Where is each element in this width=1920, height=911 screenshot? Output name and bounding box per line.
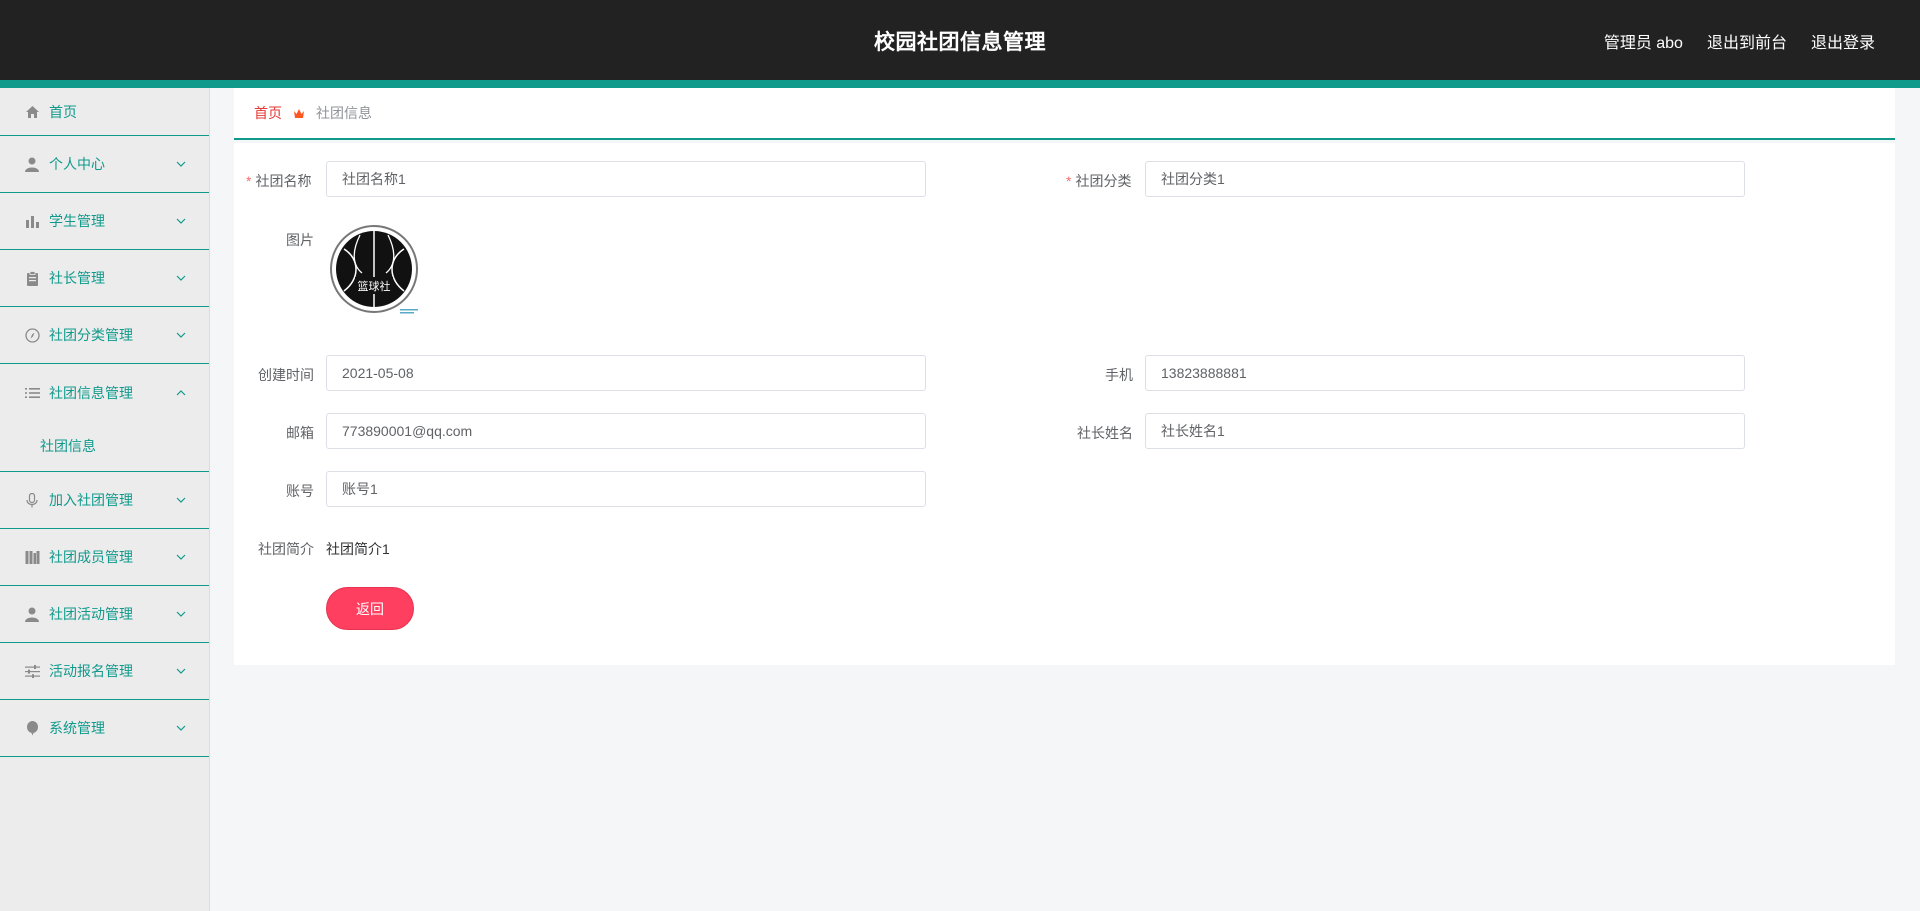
crown-separator-icon bbox=[293, 108, 305, 119]
sidebar-item-profile[interactable]: 个人中心 bbox=[0, 136, 209, 193]
breadcrumb-home[interactable]: 首页 bbox=[254, 103, 282, 123]
sidebar-item-label: 社长管理 bbox=[49, 270, 105, 286]
image-label: 图片 bbox=[286, 232, 314, 248]
back-button[interactable]: 返回 bbox=[326, 587, 414, 630]
club-name-label: * 社团名称 bbox=[246, 173, 312, 189]
breadcrumb-current: 社团信息 bbox=[316, 105, 372, 121]
club-category-label: * 社团分类 bbox=[1066, 173, 1132, 189]
phone-input[interactable] bbox=[1145, 355, 1745, 391]
list-icon bbox=[24, 385, 40, 401]
balloon-icon bbox=[24, 720, 40, 736]
club-logo-text: 篮球社 bbox=[358, 279, 391, 293]
microphone-icon bbox=[24, 492, 40, 508]
sidebar-item-club-category[interactable]: 社团分类管理 bbox=[0, 307, 209, 364]
intro-text: 社团简介1 bbox=[326, 541, 390, 557]
sidebar-item-label: 社团信息管理 bbox=[49, 384, 133, 401]
clipboard-icon bbox=[24, 270, 40, 286]
chevron-down-icon bbox=[176, 554, 186, 560]
breadcrumb: 首页 社团信息 bbox=[234, 88, 1895, 140]
sidebar-group-club-info: 社团信息管理 社团信息 bbox=[0, 364, 209, 472]
sidebar-item-label: 首页 bbox=[49, 103, 77, 120]
sidebar-item-home[interactable]: 首页 bbox=[0, 88, 209, 136]
compass-icon bbox=[24, 327, 40, 343]
sidebar-item-leaders[interactable]: 社长管理 bbox=[0, 250, 209, 307]
created-label: 创建时间 bbox=[258, 367, 314, 383]
sliders-icon bbox=[24, 663, 40, 679]
sidebar-item-label: 社团分类管理 bbox=[49, 327, 133, 343]
logout-link[interactable]: 退出登录 bbox=[1811, 29, 1875, 53]
books-icon bbox=[24, 549, 40, 565]
chevron-up-icon bbox=[176, 389, 186, 395]
admin-label: 管理员 abo bbox=[1603, 35, 1683, 52]
chevron-down-icon bbox=[176, 218, 186, 224]
sidebar-item-activities[interactable]: 社团活动管理 bbox=[0, 586, 209, 643]
chevron-down-icon bbox=[176, 725, 186, 731]
sidebar-subitem-club-info[interactable]: 社团信息 bbox=[0, 421, 209, 471]
header-actions: 管理员 abo 退出到前台 退出登录 bbox=[1604, 29, 1875, 53]
bar-chart-icon bbox=[24, 213, 40, 229]
user-icon bbox=[24, 156, 40, 172]
club-name-input[interactable] bbox=[326, 161, 926, 197]
email-label: 邮箱 bbox=[286, 425, 314, 441]
sidebar-item-system[interactable]: 系统管理 bbox=[0, 700, 209, 757]
club-image: 篮球社 bbox=[330, 225, 422, 317]
sidebar-item-label: 社团成员管理 bbox=[49, 549, 133, 565]
home-icon bbox=[24, 104, 40, 120]
sidebar-item-students[interactable]: 学生管理 bbox=[0, 193, 209, 250]
account-label: 账号 bbox=[286, 483, 314, 499]
leader-name-label: 社长姓名 bbox=[1077, 425, 1133, 441]
sidebar-item-club-info[interactable]: 社团信息管理 bbox=[0, 364, 209, 421]
chevron-down-icon bbox=[176, 275, 186, 281]
sidebar-item-label: 活动报名管理 bbox=[49, 663, 133, 679]
sidebar-item-signup[interactable]: 活动报名管理 bbox=[0, 643, 209, 700]
sidebar-item-members[interactable]: 社团成员管理 bbox=[0, 529, 209, 586]
sidebar-item-label: 个人中心 bbox=[49, 156, 105, 172]
phone-label: 手机 bbox=[1105, 367, 1133, 383]
email-input[interactable] bbox=[326, 413, 926, 449]
club-category-input[interactable] bbox=[1145, 161, 1745, 197]
account-input[interactable] bbox=[326, 471, 926, 507]
chevron-down-icon bbox=[176, 161, 186, 167]
sidebar-item-join-club[interactable]: 加入社团管理 bbox=[0, 472, 209, 529]
chevron-down-icon bbox=[176, 611, 186, 617]
person-icon bbox=[24, 606, 40, 622]
exit-to-front-link[interactable]: 退出到前台 bbox=[1707, 29, 1787, 53]
sidebar-item-label: 社团活动管理 bbox=[49, 606, 133, 622]
chevron-down-icon bbox=[176, 497, 186, 503]
top-header: 校园社团信息管理 管理员 abo 退出到前台 退出登录 bbox=[0, 0, 1920, 80]
sidebar-item-label: 系统管理 bbox=[49, 720, 105, 736]
leader-name-input[interactable] bbox=[1145, 413, 1745, 449]
sidebar-item-label: 学生管理 bbox=[49, 213, 105, 229]
header-accent-bar bbox=[0, 80, 1920, 88]
chevron-down-icon bbox=[176, 332, 186, 338]
chevron-down-icon bbox=[176, 668, 186, 674]
created-date-input[interactable] bbox=[326, 355, 926, 391]
club-info-form: *社团名称 *社团分类 图片 篮球社 创建时间 手机 邮箱 社长姓名 账号 社团… bbox=[234, 143, 1895, 665]
sidebar: 首页 个人中心 学生管理 社长管理 社团分类管理 社团信息管理 社团信息 加入社… bbox=[0, 88, 210, 911]
sidebar-item-label: 加入社团管理 bbox=[49, 492, 133, 508]
intro-label: 社团简介 bbox=[258, 541, 314, 557]
